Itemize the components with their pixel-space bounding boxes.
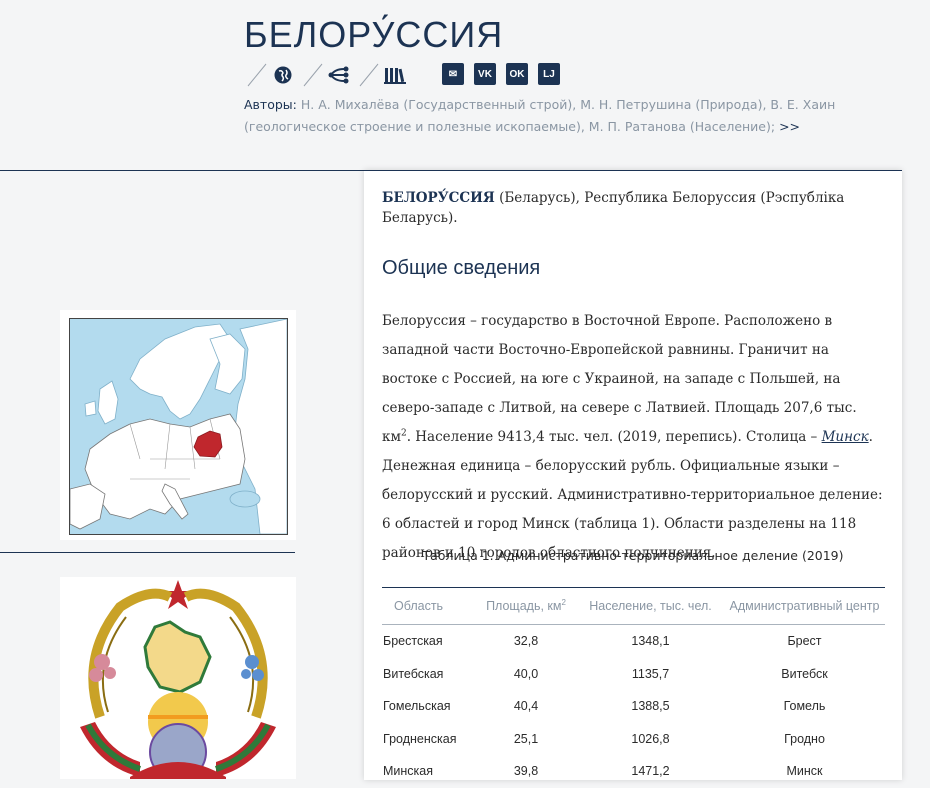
cell-center: Гомель — [783, 699, 826, 714]
table-row: Гродненская 25,1 1026,8 Гродно — [382, 723, 885, 756]
page-title: БЕЛОРУ́ССИЯ — [244, 14, 504, 55]
authors-label: Авторы: — [244, 97, 297, 112]
column-header-area: Площадь, км2 — [486, 598, 566, 614]
cell-population: 1388,5 — [631, 699, 670, 714]
cell-population: 1135,7 — [631, 666, 670, 681]
vk-icon[interactable]: VK — [474, 63, 496, 85]
books-icon[interactable] — [384, 64, 406, 86]
lj-icon[interactable]: LJ — [538, 63, 560, 85]
cell-area: 32,8 — [513, 634, 539, 649]
para-text: . Население 9413,4 тыс. чел. (2019, пере… — [406, 429, 822, 445]
divider-line — [0, 170, 364, 171]
article-lead: БЕЛОРУ́ССИЯ (Беларусь), Республика Белор… — [382, 188, 892, 228]
table-row: Минская 39,8 1471,2 Минск — [382, 755, 885, 788]
authors-line: Авторы: Н. А. Михалёва (Государственный … — [244, 94, 904, 138]
column-header-region: Область — [394, 599, 444, 613]
header-toolbar: ✉ VK OK LJ — [244, 60, 574, 88]
cell-region: Минская — [383, 764, 434, 779]
table-row: Брестская 32,8 1348,1 Брест — [382, 625, 885, 658]
locator-map[interactable] — [60, 310, 296, 540]
article-content: БЕЛОРУ́ССИЯ (Беларусь), Республика Белор… — [364, 170, 902, 780]
cell-population: 1471,2 — [631, 764, 670, 779]
table-header-row: Область Площадь, км2 Население, тыс. чел… — [382, 588, 885, 625]
mail-icon[interactable]: ✉ — [442, 63, 464, 85]
cell-region: Гродненская — [383, 731, 457, 746]
cell-center: Брест — [787, 634, 822, 649]
divider-slash — [247, 63, 267, 87]
table-row: Гомельская 40,4 1388,5 Гомель — [382, 690, 885, 723]
column-header-center: Административный центр — [729, 599, 880, 613]
share-tree-icon[interactable] — [328, 64, 350, 86]
capital-link[interactable]: Минск — [822, 429, 869, 445]
para-text: . Денежная единица – белорусский рубль. … — [382, 429, 883, 561]
divider-slash — [303, 63, 323, 87]
article-name: БЕЛОРУ́ССИЯ — [382, 190, 495, 206]
europe-map-image — [70, 319, 287, 534]
cell-center: Гродно — [784, 731, 825, 746]
table-caption: Таблица 1. Административно-территориальн… — [422, 548, 844, 563]
authors-text: Н. А. Михалёва (Государственный строй), … — [244, 97, 836, 134]
cell-area: 40,4 — [513, 699, 539, 714]
ok-icon[interactable]: OK — [506, 63, 528, 85]
para-text: Белоруссия – государство в Восточной Евр… — [382, 313, 857, 445]
cell-area: 40,0 — [513, 666, 539, 681]
cell-population: 1348,1 — [631, 634, 670, 649]
admin-division-table: Область Площадь, км2 Население, тыс. чел… — [382, 587, 885, 788]
table-row: Витебская 40,0 1135,7 Витебск — [382, 658, 885, 691]
cell-region: Гомельская — [383, 699, 451, 714]
cell-center: Витебск — [781, 666, 828, 681]
cell-population: 1026,8 — [631, 731, 670, 746]
cell-area: 25,1 — [513, 731, 539, 746]
cell-center: Минск — [786, 764, 823, 779]
cell-region: Брестская — [383, 634, 443, 649]
cell-area: 39,8 — [513, 764, 539, 779]
divider-line — [0, 552, 295, 553]
coat-of-arms-emblem — [80, 580, 276, 779]
divider-slash — [359, 63, 379, 87]
section-title: Общие сведения — [382, 257, 541, 279]
column-header-population: Население, тыс. чел. — [589, 599, 712, 613]
coat-of-arms-image[interactable] — [60, 577, 296, 779]
globe-icon[interactable] — [272, 64, 294, 86]
cell-region: Витебская — [383, 666, 444, 681]
general-info-paragraph: Белоруссия – государство в Восточной Евр… — [382, 307, 887, 568]
authors-more-link[interactable]: >> — [779, 119, 800, 134]
